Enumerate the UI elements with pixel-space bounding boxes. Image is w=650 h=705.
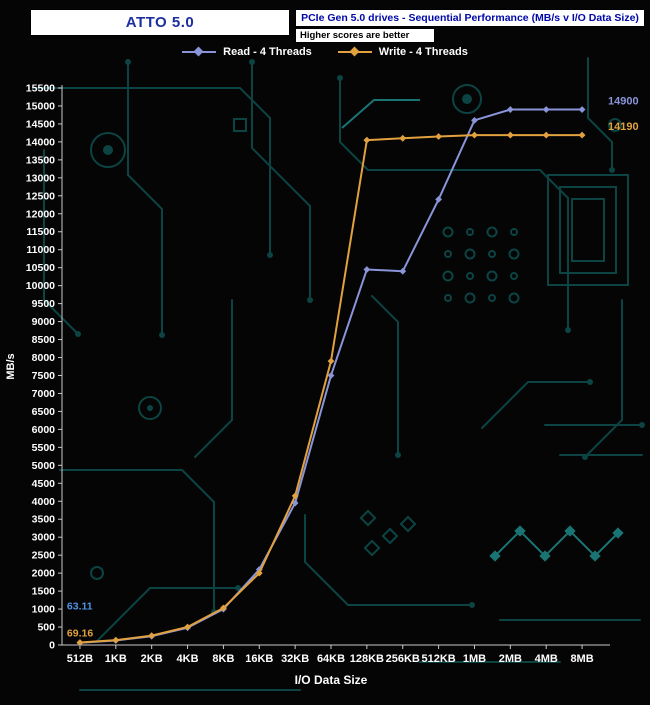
svg-text:4MB: 4MB [535,653,558,665]
svg-text:10500: 10500 [26,262,55,274]
svg-text:5000: 5000 [32,460,56,472]
svg-text:2KB: 2KB [141,653,163,665]
svg-text:4000: 4000 [32,496,56,508]
end-value-label: 14900 [608,96,639,108]
svg-text:8MB: 8MB [570,653,593,665]
axis-tick-labels: 0 500 1000 1500 2000 2500 3000 3500 4000 4500 5000… [26,83,594,666]
svg-text:4500: 4500 [32,478,56,490]
svg-text:13500: 13500 [26,154,55,166]
svg-text:1MB: 1MB [463,653,486,665]
svg-text:10000: 10000 [26,280,55,292]
svg-text:1000: 1000 [32,604,56,616]
svg-text:8500: 8500 [32,334,56,346]
start-value-label: 63.11 [67,601,93,613]
svg-text:2500: 2500 [32,550,56,562]
svg-text:3000: 3000 [32,532,56,544]
svg-text:12000: 12000 [26,208,55,220]
svg-text:8KB: 8KB [212,653,234,665]
series-read: 63.11 14900 [67,96,639,647]
svg-text:7000: 7000 [32,388,56,400]
svg-text:11500: 11500 [26,226,55,238]
svg-text:12500: 12500 [26,190,55,202]
svg-text:13000: 13000 [26,172,55,184]
series-write: 69.16 14190 [67,121,639,646]
svg-text:3500: 3500 [32,514,56,526]
svg-text:512B: 512B [67,653,93,665]
start-value-label: 69.16 [67,628,93,640]
svg-text:15000: 15000 [26,100,55,112]
svg-text:11000: 11000 [26,244,55,256]
svg-text:9000: 9000 [32,316,56,328]
page-root: { "colors": { "title_text": "#1b2f9e", "… [0,0,650,705]
x-axis-title: I/O Data Size [295,673,368,687]
svg-text:500: 500 [37,622,55,634]
svg-text:0: 0 [49,640,55,652]
end-value-label: 14190 [608,121,639,133]
svg-text:2000: 2000 [32,568,56,580]
svg-text:1KB: 1KB [105,653,127,665]
svg-text:6500: 6500 [32,406,56,418]
svg-text:15500: 15500 [26,83,55,95]
svg-text:16KB: 16KB [245,653,273,665]
svg-text:1500: 1500 [32,586,56,598]
svg-text:14500: 14500 [26,118,55,130]
svg-text:2MB: 2MB [499,653,522,665]
svg-text:7500: 7500 [32,370,56,382]
svg-text:9500: 9500 [32,298,56,310]
svg-text:5500: 5500 [32,442,56,454]
svg-text:6000: 6000 [32,424,56,436]
svg-text:128KB: 128KB [350,653,384,665]
svg-text:512KB: 512KB [421,653,455,665]
y-axis-title: MB/s [5,353,17,379]
svg-text:4KB: 4KB [177,653,199,665]
svg-text:14000: 14000 [26,136,55,148]
performance-line-chart: 0 500 1000 1500 2000 2500 3000 3500 4000 4500 5000… [0,0,650,705]
svg-text:32KB: 32KB [281,653,309,665]
svg-text:256KB: 256KB [386,653,420,665]
svg-text:8000: 8000 [32,352,56,364]
svg-text:64KB: 64KB [317,653,345,665]
